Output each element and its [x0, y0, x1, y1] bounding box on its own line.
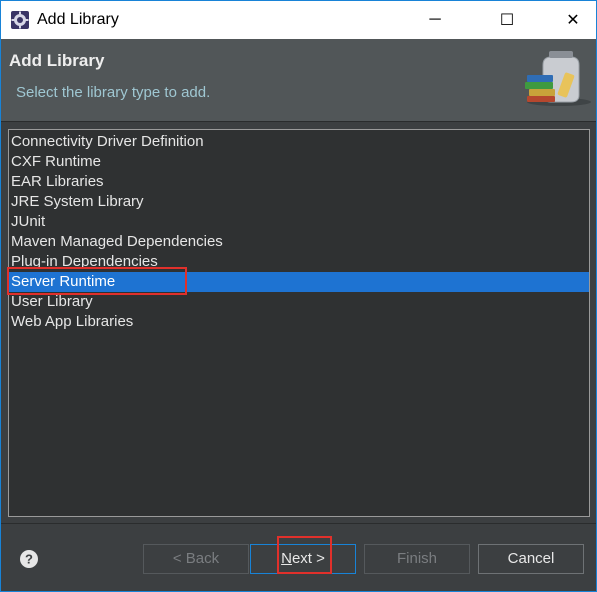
- maximize-icon: ☐: [499, 12, 515, 29]
- page-description: Select the library type to add.: [16, 84, 211, 101]
- library-type-list[interactable]: Connectivity Driver Definition CXF Runti…: [8, 129, 590, 517]
- back-button[interactable]: < Back: [143, 544, 249, 574]
- list-item[interactable]: EAR Libraries: [9, 172, 589, 192]
- header-separator: [1, 121, 596, 122]
- window-title: Add Library: [37, 11, 119, 28]
- close-button[interactable]: ✕: [550, 1, 596, 39]
- list-item[interactable]: User Library: [9, 292, 589, 312]
- close-icon: ✕: [566, 12, 580, 29]
- title-bar[interactable]: Add Library ─ ☐ ✕: [1, 1, 596, 39]
- footer-separator: [1, 523, 596, 524]
- maximize-button[interactable]: ☐: [484, 1, 530, 39]
- add-library-dialog: Add Library ─ ☐ ✕ Add Library Select the…: [0, 0, 597, 592]
- wizard-header: Add Library Select the library type to a…: [1, 39, 596, 121]
- finish-button[interactable]: Finish: [364, 544, 470, 574]
- cancel-button[interactable]: Cancel: [478, 544, 584, 574]
- list-item-selected[interactable]: Server Runtime: [9, 272, 589, 292]
- list-item[interactable]: Plug-in Dependencies: [9, 252, 589, 272]
- list-item[interactable]: JUnit: [9, 212, 589, 232]
- list-item[interactable]: JRE System Library: [9, 192, 589, 212]
- page-title: Add Library: [9, 51, 105, 70]
- list-item[interactable]: Web App Libraries: [9, 312, 589, 332]
- help-glyph: ?: [25, 552, 33, 567]
- eclipse-gear-icon: [11, 11, 29, 29]
- next-button[interactable]: Next >: [250, 544, 356, 574]
- list-item[interactable]: Maven Managed Dependencies: [9, 232, 589, 252]
- library-jar-books-icon: [525, 51, 591, 106]
- list-item[interactable]: Connectivity Driver Definition: [9, 132, 589, 152]
- minimize-button[interactable]: ─: [412, 1, 458, 39]
- list-item[interactable]: CXF Runtime: [9, 152, 589, 172]
- help-circle-icon[interactable]: ?: [19, 549, 39, 569]
- minimize-icon: ─: [429, 11, 441, 28]
